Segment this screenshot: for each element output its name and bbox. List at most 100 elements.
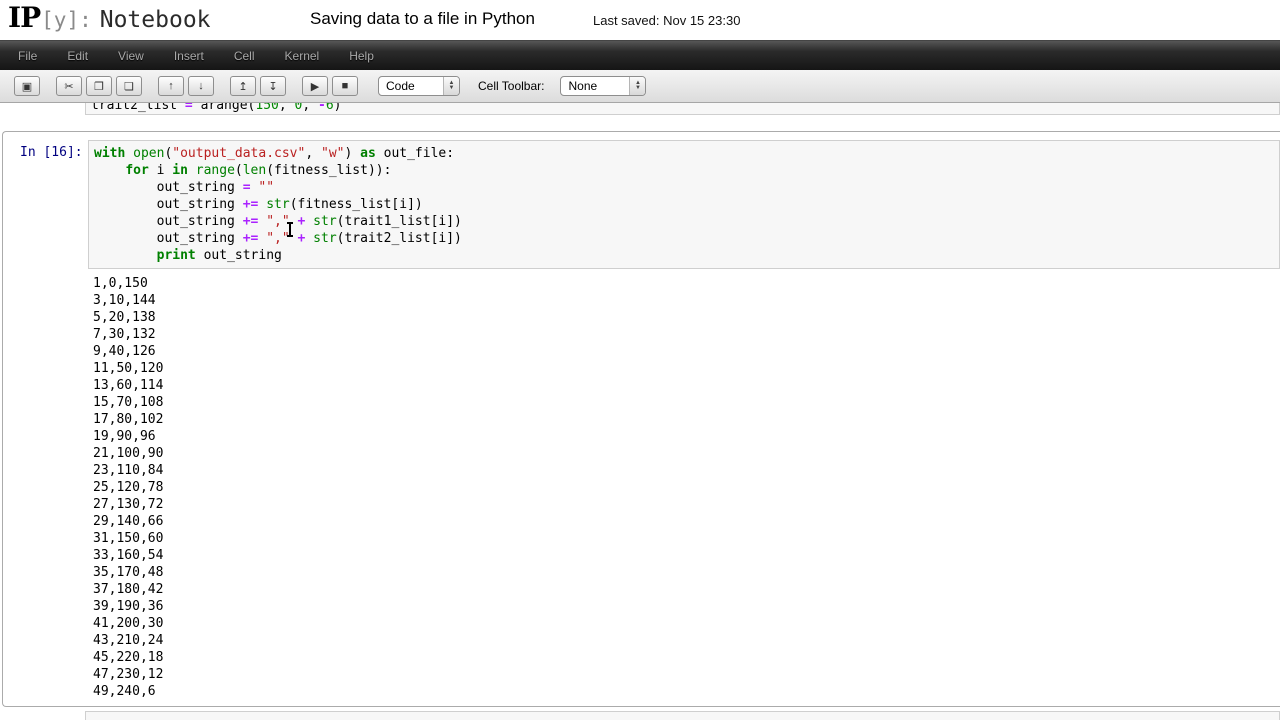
notebook-area: trait2_list = arange(150, 0, -6) In [16]… (0, 103, 1280, 720)
menu-item-cell[interactable]: Cell (222, 49, 267, 63)
code-token: ) (334, 103, 342, 113)
code-token: "" (258, 180, 274, 195)
code-token: as (360, 146, 376, 161)
next-cell-editor[interactable] (85, 711, 1280, 720)
insert-cell-below-button[interactable]: ↧ (260, 76, 286, 96)
code-token: 150 (255, 103, 278, 113)
code-token: 6 (326, 103, 334, 113)
move-cell-down-button[interactable]: ↓ (188, 76, 214, 96)
previous-cell[interactable]: trait2_list = arange(150, 0, -6) (0, 103, 1280, 115)
code-token: str (313, 231, 336, 246)
code-line: print out_string (94, 247, 1274, 264)
output-line: 13,60,114 (93, 377, 1275, 394)
interrupt-kernel-button[interactable]: ■ (332, 76, 358, 96)
selected-cell[interactable]: In [16]: with open("output_data.csv", "w… (2, 131, 1280, 707)
menu-item-insert[interactable]: Insert (162, 49, 216, 63)
code-token: out_string (94, 197, 243, 212)
output-line: 9,40,126 (93, 343, 1275, 360)
logo-y-text: [y]: (41, 8, 92, 32)
code-token: (fitness_list)): (266, 163, 391, 178)
output-line: 43,210,24 (93, 632, 1275, 649)
menu-item-help[interactable]: Help (337, 49, 386, 63)
output-line: 21,100,90 (93, 445, 1275, 462)
code-token: "output_data.csv" (172, 146, 305, 161)
code-token: (trait2_list[i]) (337, 231, 462, 246)
output-line: 45,220,18 (93, 649, 1275, 666)
save-button[interactable]: ▣ (14, 76, 40, 96)
code-token: = (185, 103, 193, 113)
cell-toolbar-select[interactable]: None ▲ ▼ (560, 76, 646, 96)
output-line: 1,0,150 (93, 275, 1275, 292)
code-token (125, 146, 133, 161)
code-token: out_string (94, 214, 243, 229)
code-editor[interactable]: with open("output_data.csv", "w") as out… (88, 140, 1280, 269)
menu-item-edit[interactable]: Edit (55, 49, 100, 63)
header: IP [y]: Notebook Saving data to a file i… (0, 0, 1280, 40)
code-token: out_string (196, 248, 282, 263)
paste-cell-button[interactable]: ❏ (116, 76, 142, 96)
code-token: += (243, 231, 259, 246)
code-line: with open("output_data.csv", "w") as out… (94, 145, 1274, 162)
output-line: 17,80,102 (93, 411, 1275, 428)
toolbar: ▣ ✂❐❏ ↑↓ ↥↧ ▶■ Code ▲ ▼ Cell Toolbar: None ▲… (0, 70, 1280, 103)
code-line: trait2_list = arange(150, 0, -6) (91, 103, 341, 114)
stepper-icon: ▲ ▼ (443, 77, 459, 95)
output-line: 15,70,108 (93, 394, 1275, 411)
cut-cell-button[interactable]: ✂ (56, 76, 82, 96)
code-token: ( (235, 163, 243, 178)
output-line: 37,180,42 (93, 581, 1275, 598)
next-cell[interactable] (0, 711, 1280, 720)
code-token: (trait1_list[i]) (337, 214, 462, 229)
code-token: arange( (193, 103, 256, 113)
move-cell-up-button[interactable]: ↑ (158, 76, 184, 96)
code-line: out_string += "," + str(trait2_list[i]) (94, 230, 1274, 247)
menu-item-kernel[interactable]: Kernel (273, 49, 332, 63)
code-token: with (94, 146, 125, 161)
input-prompt: In [16]: (3, 140, 88, 269)
code-token: ) (344, 146, 360, 161)
output-line: 27,130,72 (93, 496, 1275, 513)
code-token: str (266, 197, 289, 212)
ipython-logo[interactable]: IP [y]: Notebook (8, 1, 211, 34)
previous-cell-editor[interactable]: trait2_list = arange(150, 0, -6) (85, 103, 1280, 115)
code-token: i (149, 163, 172, 178)
code-line: out_string += str(fitness_list[i]) (94, 196, 1274, 213)
output-line: 49,240,6 (93, 683, 1275, 700)
output-line: 23,110,84 (93, 462, 1275, 479)
code-token: , (279, 103, 295, 113)
code-token: (fitness_list[i]) (290, 197, 423, 212)
code-token: range (196, 163, 235, 178)
code-token: len (243, 163, 266, 178)
code-line: for i in range(len(fitness_list)): (94, 162, 1274, 179)
output-line: 3,10,144 (93, 292, 1275, 309)
insert-cell-above-button[interactable]: ↥ (230, 76, 256, 96)
output-line: 11,50,120 (93, 360, 1275, 377)
code-token: , (302, 103, 318, 113)
code-token: for (125, 163, 148, 178)
cell-type-select[interactable]: Code ▲ ▼ (378, 76, 460, 96)
code-token: "w" (321, 146, 344, 161)
code-token: out_string (94, 231, 243, 246)
copy-cell-button[interactable]: ❐ (86, 76, 112, 96)
cell-toolbar-label: Cell Toolbar: (478, 79, 544, 93)
cell-type-value: Code (379, 79, 443, 93)
code-token: in (172, 163, 188, 178)
toolbar-buttons: ▣ ✂❐❏ ↑↓ ↥↧ ▶■ (14, 76, 362, 96)
menu-item-file[interactable]: File (6, 49, 49, 63)
notebook-title[interactable]: Saving data to a file in Python (310, 9, 535, 29)
stepper-icon: ▲ ▼ (629, 77, 645, 95)
code-token: trait2_list (91, 103, 185, 113)
code-line: out_string += "," + str(trait1_list[i]) (94, 213, 1274, 230)
logo-notebook-text: Notebook (100, 7, 211, 33)
code-token: += (243, 197, 259, 212)
code-token: += (243, 214, 259, 229)
output-line: 33,160,54 (93, 547, 1275, 564)
code-token: "," (266, 214, 289, 229)
run-cell-button[interactable]: ▶ (302, 76, 328, 96)
menu-bar: File Edit View Insert Cell Kernel Help (0, 40, 1280, 70)
output-line: 7,30,132 (93, 326, 1275, 343)
output-line: 25,120,78 (93, 479, 1275, 496)
menu-item-view[interactable]: View (106, 49, 156, 63)
output-line: 35,170,48 (93, 564, 1275, 581)
input-row: In [16]: with open("output_data.csv", "w… (3, 140, 1280, 269)
